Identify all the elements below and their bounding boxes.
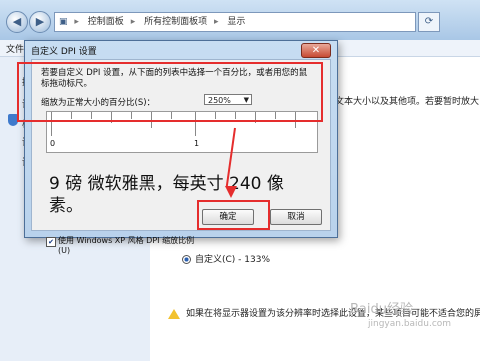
description-text: 文本大小以及其他项。若要暂时放大 [335, 97, 480, 107]
ruler-label: 1 [194, 139, 200, 148]
refresh-icon[interactable]: ⟳ [418, 12, 440, 32]
dialog-title: 自定义 DPI 设置 [31, 47, 97, 57]
close-icon: ✕ [311, 45, 321, 56]
back-icon[interactable]: ◀ [6, 11, 28, 33]
ruler-label: 0 [50, 139, 56, 148]
address-bar[interactable]: ▣ ▸ 控制面板 ▸ 所有控制面板项 ▸ 显示 [54, 12, 416, 32]
ruler-highlight-box [17, 62, 323, 122]
warning-icon [168, 308, 180, 319]
watermark-domain: jingyan.baidu.com [368, 319, 452, 329]
watermark: Baidu经验 jingyan.baidu.com [350, 298, 451, 329]
breadcrumb-separator: ▸ [130, 17, 136, 27]
breadcrumb-item[interactable]: 所有控制面板项 [144, 13, 207, 31]
cancel-button[interactable]: 取消 [270, 209, 322, 225]
arrow-head-icon [225, 186, 237, 198]
radio-label: 自定义(C) - 133% [195, 255, 271, 265]
breadcrumb-separator: ▸ [74, 17, 79, 27]
watermark-text: Baidu经验 [350, 302, 413, 317]
checkbox-label: 使用 Windows XP 风格 DPI 缩放比例(U) [58, 236, 195, 255]
forward-icon[interactable]: ▶ [29, 11, 51, 33]
breadcrumb-item[interactable]: 显示 [227, 13, 245, 31]
ok-highlight-box [197, 200, 270, 230]
menu-file[interactable]: 文件 [6, 42, 24, 55]
breadcrumb-separator: ▸ [213, 17, 219, 27]
control-panel-icon: ▣ [59, 17, 68, 27]
breadcrumb-item[interactable]: 控制面板 [88, 13, 124, 31]
close-button[interactable]: ✕ [301, 43, 331, 58]
window-titlebar: ◀ ▶ ▣ ▸ 控制面板 ▸ 所有控制面板项 ▸ 显示 ⟳ [0, 0, 480, 40]
checkbox-checked-icon[interactable]: ✔ [46, 237, 56, 247]
radio-selected-icon[interactable] [182, 255, 191, 264]
